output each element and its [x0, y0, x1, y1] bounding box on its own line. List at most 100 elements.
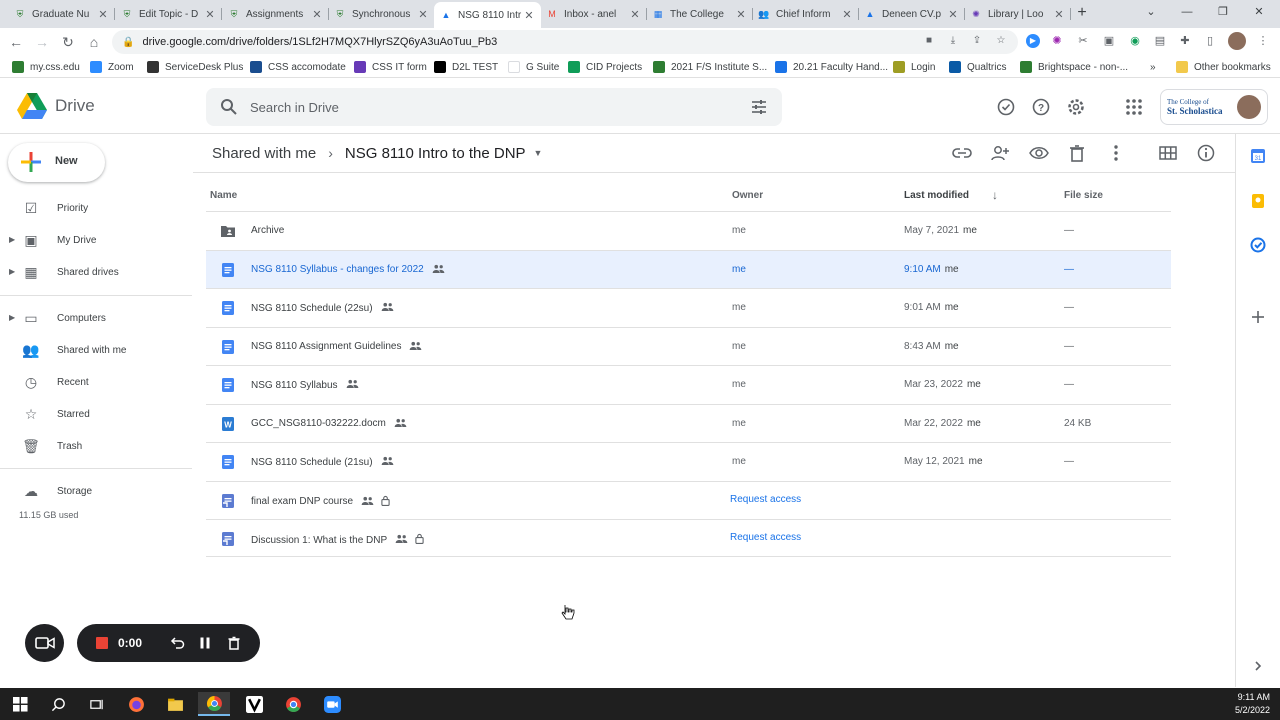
file-row[interactable]: final exam DNP course Request access [206, 480, 1171, 519]
expand-caret-icon[interactable]: ▶ [9, 313, 15, 322]
share-icon[interactable]: ⇪ [970, 34, 984, 48]
file-row[interactable]: NSG 8110 Schedule (22su) me 9:01 AM me — [206, 288, 1171, 326]
sidebar-item-shared-with-me[interactable]: 👥 Shared with me [0, 337, 192, 363]
chrome-profile-icon[interactable] [277, 692, 309, 716]
sidebar-item-storage[interactable]: ☁ Storage [0, 478, 192, 504]
browser-tab[interactable]: ✺ Library | Loo ✕ [964, 2, 1071, 26]
zoom-extension-icon[interactable]: ▶ [1026, 34, 1040, 48]
close-tab-icon[interactable]: ✕ [1053, 8, 1065, 21]
browser-tab[interactable]: 👥 Chief Inform ✕ [752, 2, 859, 26]
extension-icon[interactable]: ✂ [1076, 34, 1090, 48]
file-row[interactable]: NSG 8110 Schedule (21su) me May 12, 2021 me… [206, 442, 1171, 480]
minimize-button[interactable]: — [1172, 2, 1202, 22]
browser-tab[interactable]: ⛨ Synchronous ✕ [328, 2, 435, 26]
sort-arrow-down-icon[interactable]: ↓ [992, 188, 998, 202]
column-header-name[interactable]: Name [210, 190, 237, 201]
calendar-icon[interactable]: 31 [1250, 148, 1266, 164]
search-box[interactable] [206, 88, 782, 126]
sidebar-item-shared-drives[interactable]: ▶ ▦ Shared drives [0, 259, 192, 285]
bookmark[interactable]: Zoom [90, 60, 134, 74]
search-icon[interactable] [220, 98, 238, 116]
chevron-down-icon[interactable]: ▼ [534, 148, 543, 158]
request-access-link[interactable]: Request access [730, 494, 801, 505]
sidebar-item-trash[interactable]: 🗑 Trash [0, 433, 192, 459]
file-explorer-icon[interactable] [159, 692, 191, 716]
browser-tab[interactable]: ⛨ Edit Topic - D ✕ [115, 2, 222, 26]
column-header-file-size[interactable]: File size [1064, 190, 1103, 201]
restore-button[interactable]: ❐ [1208, 2, 1238, 22]
share-person-icon[interactable] [990, 143, 1010, 163]
browser-tab[interactable]: ⛨ Graduate Nu ✕ [8, 2, 115, 26]
new-button[interactable]: New [8, 143, 105, 182]
taskbar-search-icon[interactable] [42, 692, 74, 716]
tab-search-button[interactable]: ⌄ [1136, 2, 1166, 22]
bookmark[interactable]: CSS accomodate [250, 60, 346, 74]
get-link-icon[interactable] [952, 143, 972, 163]
account-switcher[interactable]: The College of St. Scholastica [1160, 89, 1268, 125]
search-options-icon[interactable] [750, 98, 768, 116]
address-bar[interactable]: 🔒 drive.google.com/drive/folders/1SLf2H7… [112, 30, 1018, 54]
close-tab-icon[interactable]: ✕ [947, 8, 959, 21]
restart-icon[interactable] [169, 635, 185, 651]
column-header-owner[interactable]: Owner [732, 190, 763, 201]
bookmark[interactable]: Qualtrics [949, 60, 1006, 74]
close-tab-icon[interactable]: ✕ [841, 8, 853, 21]
avatar[interactable] [1237, 95, 1261, 119]
apps-grid-icon[interactable] [1124, 97, 1144, 117]
bookmark[interactable]: D2L TEST [434, 60, 498, 74]
help-icon[interactable]: ? [1031, 97, 1051, 117]
browser-tab[interactable]: ▦ The College ✕ [646, 2, 753, 26]
app-title[interactable]: Drive [55, 96, 95, 116]
task-view-icon[interactable] [80, 692, 112, 716]
side-panel-icon[interactable]: ▯ [1203, 34, 1217, 48]
bookmark[interactable]: G Suite [508, 60, 559, 74]
close-tab-icon[interactable]: ✕ [97, 8, 109, 21]
close-tab-icon[interactable]: ✕ [204, 8, 216, 21]
bookmark[interactable]: 2021 F/S Institute S... [653, 60, 767, 74]
delete-recording-icon[interactable] [226, 635, 242, 651]
sidebar-item-starred[interactable]: ☆ Starred [0, 401, 192, 427]
close-tab-icon[interactable]: ✕ [629, 8, 641, 21]
extension-icon[interactable]: ▣ [1102, 34, 1116, 48]
grid-view-icon[interactable] [1158, 143, 1178, 163]
settings-gear-icon[interactable] [1066, 97, 1086, 117]
column-header-last-modified[interactable]: Last modified [904, 190, 969, 201]
drive-logo-icon[interactable] [17, 92, 47, 120]
breadcrumb-current[interactable]: NSG 8110 Intro to the DNP [345, 145, 526, 162]
pause-icon[interactable] [197, 635, 213, 651]
file-row[interactable]: Archive me May 7, 2021 me — [206, 211, 1171, 249]
preview-eye-icon[interactable] [1029, 143, 1049, 163]
close-window-button[interactable]: ✕ [1244, 2, 1274, 22]
browser-tab[interactable]: ⛨ Assignments ✕ [222, 2, 329, 26]
close-tab-icon[interactable]: ✕ [735, 8, 747, 21]
stop-recording-button[interactable] [96, 637, 108, 649]
add-addon-icon[interactable] [1250, 309, 1266, 325]
bookmark-star-icon[interactable]: ☆ [994, 34, 1008, 48]
file-row[interactable]: NSG 8110 Syllabus me Mar 23, 2022 me — [206, 365, 1171, 403]
request-access-link[interactable]: Request access [730, 532, 801, 543]
extension-icon[interactable]: ✺ [1050, 34, 1064, 48]
bookmark[interactable]: my.css.edu [12, 60, 80, 74]
sidebar-item-recent[interactable]: ◷ Recent [0, 369, 192, 395]
breadcrumb-parent[interactable]: Shared with me [212, 145, 316, 162]
file-row[interactable]: Discussion 1: What is the DNP Request acc… [206, 519, 1171, 557]
expand-caret-icon[interactable]: ▶ [9, 267, 15, 276]
browser-tab[interactable]: ▲ NSG 8110 Intr ✕ [434, 2, 541, 28]
extension-icon[interactable]: ◉ [1128, 34, 1142, 48]
system-clock[interactable]: 9:11 AM 5/2/2022 [1235, 691, 1270, 717]
zoom-app-icon[interactable] [316, 692, 348, 716]
sidebar-item-computers[interactable]: ▶ ▭ Computers [0, 305, 192, 331]
extension-icon[interactable]: ▤ [1153, 34, 1167, 48]
puzzle-icon[interactable]: ✚ [1178, 34, 1192, 48]
chrome-icon[interactable] [198, 692, 230, 716]
new-tab-button[interactable]: + [1073, 4, 1091, 22]
reload-icon[interactable]: ↻ [58, 32, 78, 52]
vectorworks-icon[interactable] [238, 692, 270, 716]
close-tab-icon[interactable]: ✕ [311, 8, 323, 21]
profile-avatar[interactable] [1228, 32, 1246, 50]
bookmark[interactable]: Login [893, 60, 935, 74]
file-row[interactable]: NSG 8110 Syllabus - changes for 2022 me 9:… [206, 249, 1171, 288]
browser-tab[interactable]: M Inbox - anel ✕ [540, 2, 647, 26]
info-icon[interactable] [1196, 143, 1216, 163]
install-icon[interactable]: ⤓ [946, 34, 960, 48]
